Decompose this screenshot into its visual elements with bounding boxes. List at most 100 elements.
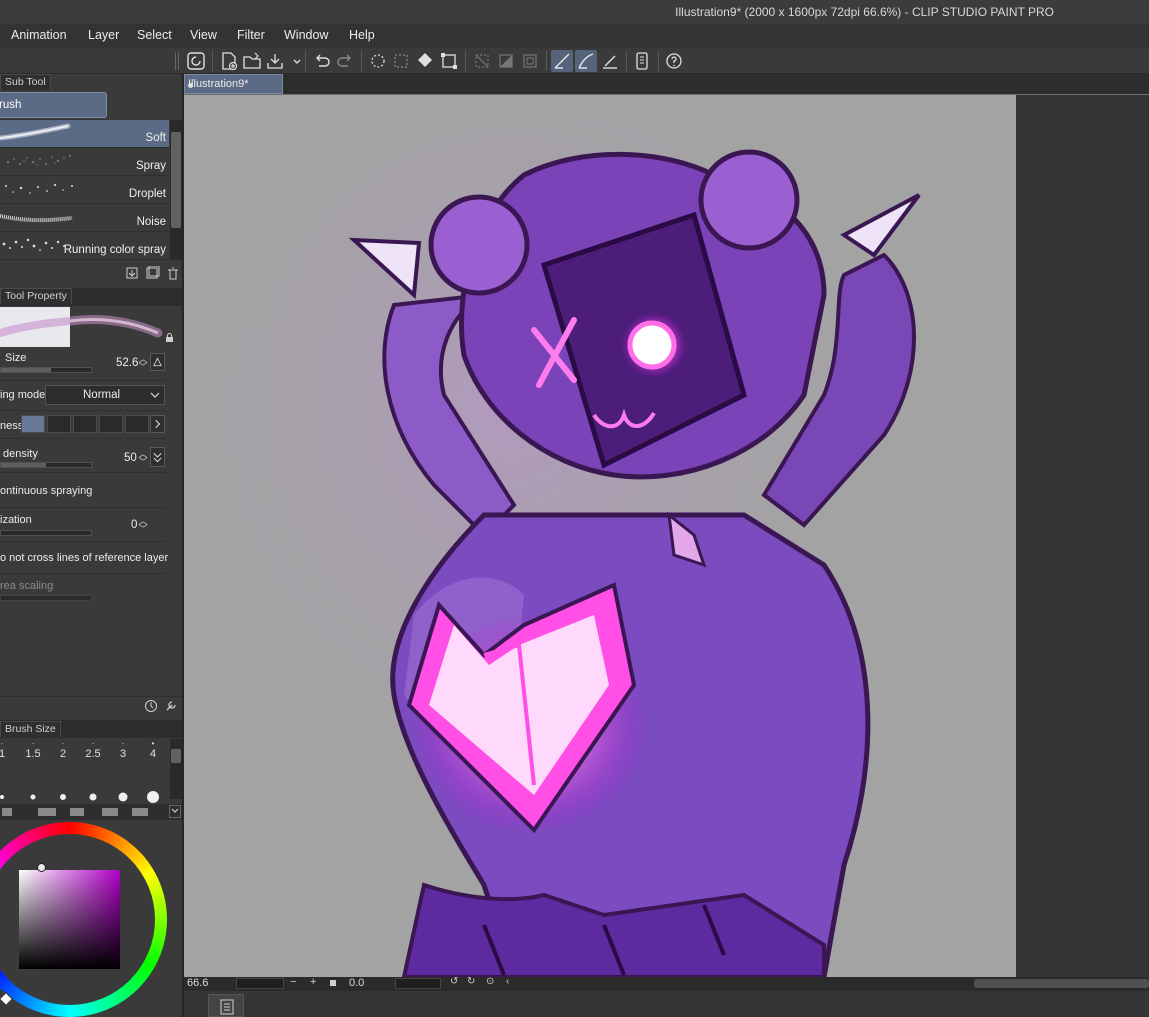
layer-panel-toggle[interactable] [208, 994, 244, 1017]
blending-mode-row: ing mode Normal [0, 381, 166, 411]
new-file-icon[interactable] [218, 50, 240, 72]
stabilization-value[interactable]: 0 [131, 519, 137, 531]
zoom-value[interactable]: 66.6 [187, 977, 208, 989]
subtool-actions [125, 265, 180, 280]
undo-icon[interactable] [311, 50, 333, 72]
hardness-level-5[interactable] [125, 415, 149, 433]
subtool-tab[interactable]: Sub Tool [0, 74, 51, 90]
size-pressure-icon[interactable] [150, 353, 165, 371]
snap-grid-icon[interactable] [599, 50, 621, 72]
double-chevron-down-icon[interactable] [150, 447, 165, 467]
zoom-out-icon[interactable]: − [290, 976, 296, 988]
brush-size-option[interactable]: • 4 [138, 739, 168, 760]
spray-density-slider[interactable] [0, 462, 92, 468]
help-icon[interactable] [663, 50, 685, 72]
zoom-in-icon[interactable]: + [310, 976, 316, 988]
title-bar: Illustration9* (2000 x 1600px 72dpi 66.6… [0, 0, 1149, 24]
open-file-icon[interactable] [241, 50, 263, 72]
canvas-artboard[interactable] [184, 95, 1016, 977]
clear-outside-icon[interactable] [390, 50, 412, 72]
color-saturation-square[interactable] [19, 870, 120, 969]
color-panel-tabs [0, 804, 182, 820]
brush-size-option[interactable]: · 3 [108, 739, 138, 760]
clear-icon[interactable] [367, 50, 389, 72]
crop-icon[interactable] [519, 50, 541, 72]
wrench-icon[interactable] [164, 699, 178, 713]
menu-window[interactable]: Window [284, 28, 328, 42]
chevron-right-icon[interactable] [150, 415, 165, 433]
area-scaling-row: rea scaling [0, 574, 166, 608]
area-scaling-slider[interactable] [0, 595, 92, 601]
brush-size-tab[interactable]: Brush Size [0, 721, 61, 737]
reference-layer-row[interactable]: o not cross lines of reference layer [0, 542, 168, 574]
spray-density-spinner[interactable]: ︿ ﹀ [138, 450, 148, 467]
subtool-label: Droplet [128, 188, 166, 200]
settings-icon[interactable] [144, 699, 158, 713]
brush-size-option[interactable]: · 2.5 [78, 739, 108, 760]
brush-size-option[interactable]: · 1 [0, 739, 17, 760]
snap-ruler-icon[interactable] [551, 50, 573, 72]
menu-layer[interactable]: Layer [88, 28, 119, 42]
subtool-label: Soft [145, 132, 166, 144]
document-tab[interactable]: Illustration9* [184, 74, 283, 94]
fit-icon[interactable] [330, 980, 336, 986]
chevron-down-icon[interactable] [169, 805, 181, 818]
horizontal-scrollbar[interactable] [974, 979, 1149, 988]
hardness-level-1[interactable] [21, 415, 45, 433]
brush-size-option[interactable]: · 1.5 [18, 739, 48, 760]
save-icon[interactable] [264, 50, 286, 72]
hardness-level-2[interactable] [47, 415, 71, 433]
subtool-item-droplet[interactable]: Droplet [0, 176, 169, 204]
left-panel: Sub Tool rush Soft Spray Droplet Noise R… [0, 74, 183, 1017]
rotate-right-icon[interactable]: ↻ [467, 976, 475, 987]
subtool-item-spray[interactable]: Spray [0, 148, 169, 176]
stabilization-spinner[interactable]: ︿ ﹀ [138, 517, 148, 534]
artwork-illustration [214, 115, 921, 977]
chevron-down-icon[interactable] [286, 50, 301, 72]
menu-animation[interactable]: Animation [11, 28, 67, 42]
tool-property-tab[interactable]: Tool Property [0, 288, 72, 304]
menu-filter[interactable]: Filter [237, 28, 265, 42]
menu-view[interactable]: View [190, 28, 217, 42]
brush-size-scrollbar[interactable] [170, 739, 182, 799]
deselect-icon[interactable] [471, 50, 493, 72]
size-value[interactable]: 52.6 [116, 357, 138, 369]
command-bar [0, 48, 1149, 74]
blending-mode-select[interactable]: Normal [45, 385, 165, 405]
continuous-spraying-row[interactable]: ontinuous spraying [0, 473, 166, 508]
subtool-item-running-color-spray[interactable]: Running color spray [0, 232, 169, 260]
stabilization-slider[interactable] [0, 530, 92, 536]
subtool-item-noise[interactable]: Noise [0, 204, 169, 232]
brush-preview [0, 307, 74, 347]
redo-icon[interactable] [334, 50, 356, 72]
hardness-level-4[interactable] [99, 415, 123, 433]
clip-studio-icon[interactable] [185, 50, 207, 72]
rotate-left-icon[interactable]: ↺ [450, 976, 458, 987]
menu-select[interactable]: Select [137, 28, 172, 42]
blending-mode-label: ing mode [0, 389, 46, 401]
snap-special-ruler-icon[interactable] [575, 50, 597, 72]
rotation-value[interactable]: 0.0 [349, 977, 364, 989]
hardness-level-3[interactable] [73, 415, 97, 433]
menu-help[interactable]: Help [349, 28, 375, 42]
rotation-slider[interactable] [395, 978, 441, 989]
size-slider[interactable] [0, 367, 92, 373]
color-wheel[interactable] [0, 822, 167, 1017]
invert-selection-icon[interactable] [495, 50, 517, 72]
color-picker-handle[interactable] [37, 863, 46, 872]
lock-icon[interactable] [165, 331, 174, 342]
transform-icon[interactable] [438, 50, 460, 72]
phone-icon[interactable] [631, 50, 653, 72]
zoom-slider[interactable] [236, 978, 284, 989]
subtool-scrollbar[interactable] [170, 120, 182, 260]
chevron-left-icon[interactable]: ‹ [506, 976, 509, 987]
subtool-item-soft[interactable]: Soft [0, 120, 169, 148]
brush-size-option[interactable]: · 2 [48, 739, 78, 760]
spray-density-value[interactable]: 50 [124, 452, 137, 464]
reset-rotation-icon[interactable]: ⊙ [486, 976, 494, 987]
fill-icon[interactable] [414, 50, 436, 72]
size-spinner[interactable]: ︿ ﹀ [138, 355, 148, 372]
subtool-group-button[interactable]: rush [0, 92, 107, 118]
continuous-spraying-label: ontinuous spraying [0, 485, 93, 497]
grip-handle[interactable] [175, 52, 179, 70]
